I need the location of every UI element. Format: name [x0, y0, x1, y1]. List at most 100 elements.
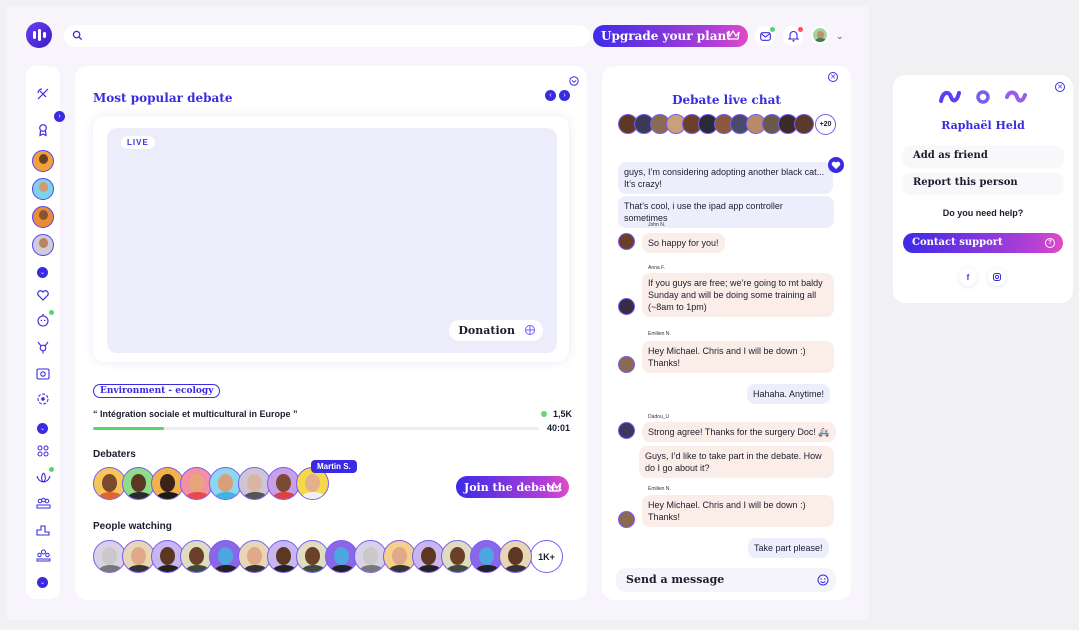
more-participants-button[interactable]: +20 [815, 114, 836, 135]
search-input[interactable] [88, 28, 578, 44]
chevron-down-icon[interactable]: ⌄ [37, 267, 48, 278]
badge-icon[interactable] [33, 120, 53, 140]
progress-fill [93, 427, 165, 430]
lotus-icon[interactable] [33, 467, 54, 487]
messages-button[interactable] [755, 26, 775, 46]
help-text: Do you need help? [942, 208, 1024, 218]
donation-label: Donation [458, 324, 515, 337]
category-tag[interactable]: Environment - ecology [93, 384, 221, 398]
sidebar-avatar[interactable] [32, 234, 54, 256]
podium-icon[interactable] [33, 519, 53, 539]
recycle-icon[interactable] [33, 389, 53, 409]
watcher-avatar[interactable] [499, 540, 532, 573]
watchers-list: 1K+ [93, 540, 563, 573]
chat-message: Hey Michael. Chris and I will be down :)… [642, 495, 834, 527]
panel-title: Most popular debate [93, 91, 233, 105]
facebook-icon[interactable]: f [959, 268, 977, 286]
heart-icon[interactable] [33, 285, 53, 305]
next-button[interactable]: › [559, 90, 570, 101]
debaters-list [93, 467, 329, 500]
profile-name: Raphaël Held [941, 119, 1025, 132]
chat-title: Debate live chat [672, 93, 781, 107]
mail-icon [759, 31, 771, 41]
close-icon[interactable]: ✕ [1055, 82, 1065, 92]
settings-icon[interactable] [569, 76, 579, 86]
people-icon[interactable] [33, 545, 53, 565]
notification-dot [798, 27, 803, 32]
message-placeholder: Send a message [626, 573, 725, 586]
sender-avatar[interactable] [618, 233, 635, 250]
video-frame: LIVE Donation [93, 116, 569, 362]
sidebar-avatar[interactable] [32, 150, 54, 172]
viewer-count-value: 1,5K [553, 409, 573, 419]
sender-avatar[interactable] [618, 511, 635, 528]
gallery-icon[interactable] [33, 363, 53, 383]
live-video[interactable]: LIVE Donation [107, 128, 557, 353]
crown-icon [726, 29, 740, 40]
search-bar[interactable] [64, 25, 590, 47]
gender-icon[interactable] [33, 337, 53, 357]
community-icon[interactable] [33, 441, 53, 461]
message-sender: Emilien N. [648, 331, 671, 337]
donation-button[interactable]: Donation [449, 320, 543, 341]
question-icon: ? [1045, 238, 1055, 248]
sender-avatar[interactable] [618, 422, 635, 439]
viewer-count: 1,5K [541, 409, 572, 419]
message-input[interactable]: Send a message [616, 568, 836, 592]
chat-message: guys, I’m considering adopting another b… [618, 162, 833, 194]
live-badge: LIVE [121, 136, 155, 149]
chevron-down-icon[interactable]: ⌄ [836, 31, 844, 42]
group-icon[interactable] [33, 493, 53, 513]
message-sender: John N. [648, 222, 666, 228]
close-icon[interactable]: ✕ [828, 72, 838, 82]
chat-message: Take part please! [748, 538, 829, 558]
live-dot [541, 411, 547, 417]
home-icon[interactable] [33, 84, 53, 104]
participant-avatar[interactable] [794, 114, 814, 134]
bell-icon [787, 30, 799, 42]
upgrade-label: Upgrade your plan! [601, 29, 732, 43]
debate-panel: Most popular debate ‹ › LIVE Donation En… [75, 66, 587, 600]
notifications-button[interactable] [783, 26, 803, 46]
debater-name-tooltip: Martin S. [311, 460, 357, 473]
crown-icon [547, 481, 561, 492]
debate-progress [93, 427, 539, 430]
instagram-icon[interactable] [988, 268, 1006, 286]
more-watchers-button[interactable]: 1K+ [530, 540, 563, 573]
chat-message: If you guys are free; we’re going to mt … [642, 273, 834, 317]
gift-icon [525, 325, 535, 335]
message-sender: Anna F. [648, 265, 665, 271]
online-dot [770, 27, 775, 32]
live-chat-panel: ✕ Debate live chat +20 guys, I’m conside… [602, 66, 851, 600]
brand-icon [939, 90, 1027, 104]
profile-card: ✕ Raphaël Held Add as friend Report this… [893, 75, 1073, 303]
sidebar-avatar[interactable] [32, 178, 54, 200]
debate-title: “ Intégration sociale et multicultural i… [93, 409, 298, 419]
app-window: Upgrade your plan! ⌄ ⌄ ⌄ ⌄ › Most popula… [6, 6, 869, 620]
upgrade-button[interactable]: Upgrade your plan! [593, 25, 748, 47]
join-debate-button[interactable]: Join the debate! [456, 476, 569, 498]
baby-icon[interactable] [33, 310, 54, 330]
sender-avatar[interactable] [618, 298, 635, 315]
chat-message: Guys, I’d like to take part in the debat… [639, 446, 834, 478]
app-logo[interactable] [26, 22, 52, 48]
report-button[interactable]: Report this person [903, 173, 1063, 193]
search-icon [72, 30, 83, 41]
prev-button[interactable]: ‹ [545, 90, 556, 101]
user-avatar[interactable] [811, 26, 829, 44]
sender-avatar[interactable] [618, 356, 635, 373]
chat-message: Hahaha. Anytime! [747, 384, 831, 404]
add-friend-button[interactable]: Add as friend [903, 146, 1063, 166]
sidebar-avatar[interactable] [32, 206, 54, 228]
sidebar: ⌄ ⌄ ⌄ [26, 66, 60, 599]
expand-sidebar-button[interactable]: › [54, 111, 65, 122]
contact-support-button[interactable]: Contact support ? [903, 233, 1063, 253]
chat-message: Strong agree! Thanks for the surgery Doc… [642, 422, 836, 442]
chevron-down-icon[interactable]: ⌄ [37, 577, 48, 588]
chevron-down-icon[interactable]: ⌄ [37, 423, 48, 434]
debaters-heading: Debaters [93, 449, 136, 460]
watching-heading: People watching [93, 521, 172, 532]
emoji-icon[interactable] [817, 574, 829, 586]
contact-label: Contact support [912, 237, 1003, 248]
heart-icon[interactable] [828, 157, 844, 173]
